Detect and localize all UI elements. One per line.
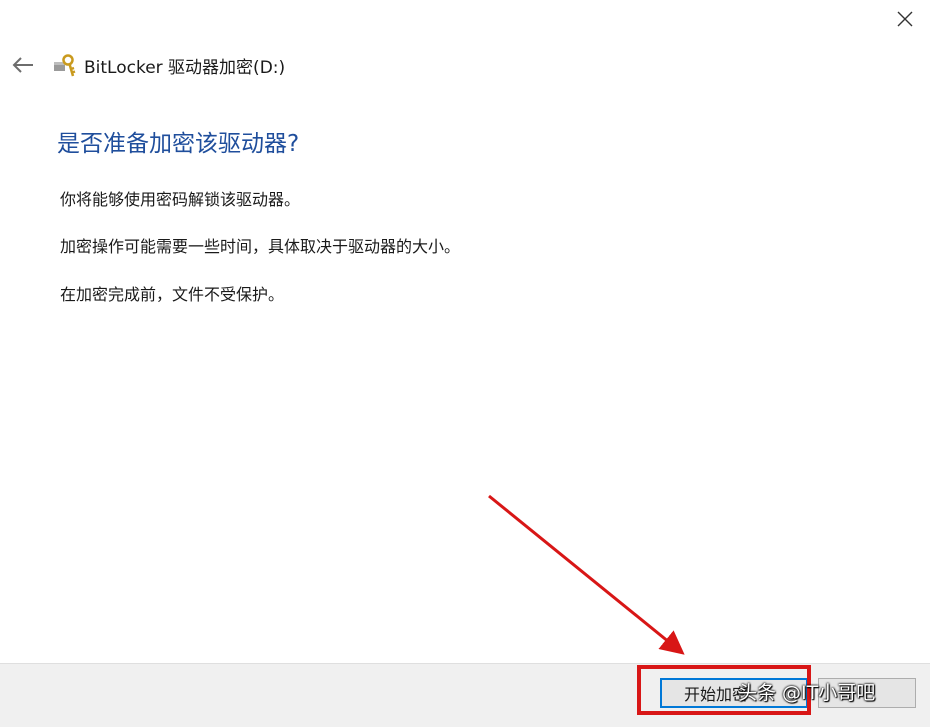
- close-icon: [897, 11, 913, 27]
- page-heading: 是否准备加密该驱动器?: [57, 131, 300, 157]
- annotation-arrow: [488, 494, 685, 655]
- cancel-button[interactable]: [818, 678, 916, 708]
- bitlocker-key-icon: [52, 52, 78, 78]
- back-button[interactable]: [10, 52, 36, 78]
- bitlocker-dialog: BitLocker 驱动器加密(D:) 是否准备加密该驱动器? 你将能够使用密码…: [0, 0, 930, 727]
- close-button[interactable]: [892, 6, 918, 32]
- window-title: BitLocker 驱动器加密(D:): [84, 57, 286, 78]
- start-encryption-button[interactable]: 开始加密: [660, 678, 808, 708]
- title-row: BitLocker 驱动器加密(D:): [10, 50, 285, 80]
- info-text-unlock: 你将能够使用密码解锁该驱动器。: [60, 190, 301, 209]
- info-text-protection: 在加密完成前，文件不受保护。: [60, 285, 285, 304]
- back-arrow-icon: [12, 57, 33, 73]
- info-text-duration: 加密操作可能需要一些时间，具体取决于驱动器的大小。: [60, 237, 461, 256]
